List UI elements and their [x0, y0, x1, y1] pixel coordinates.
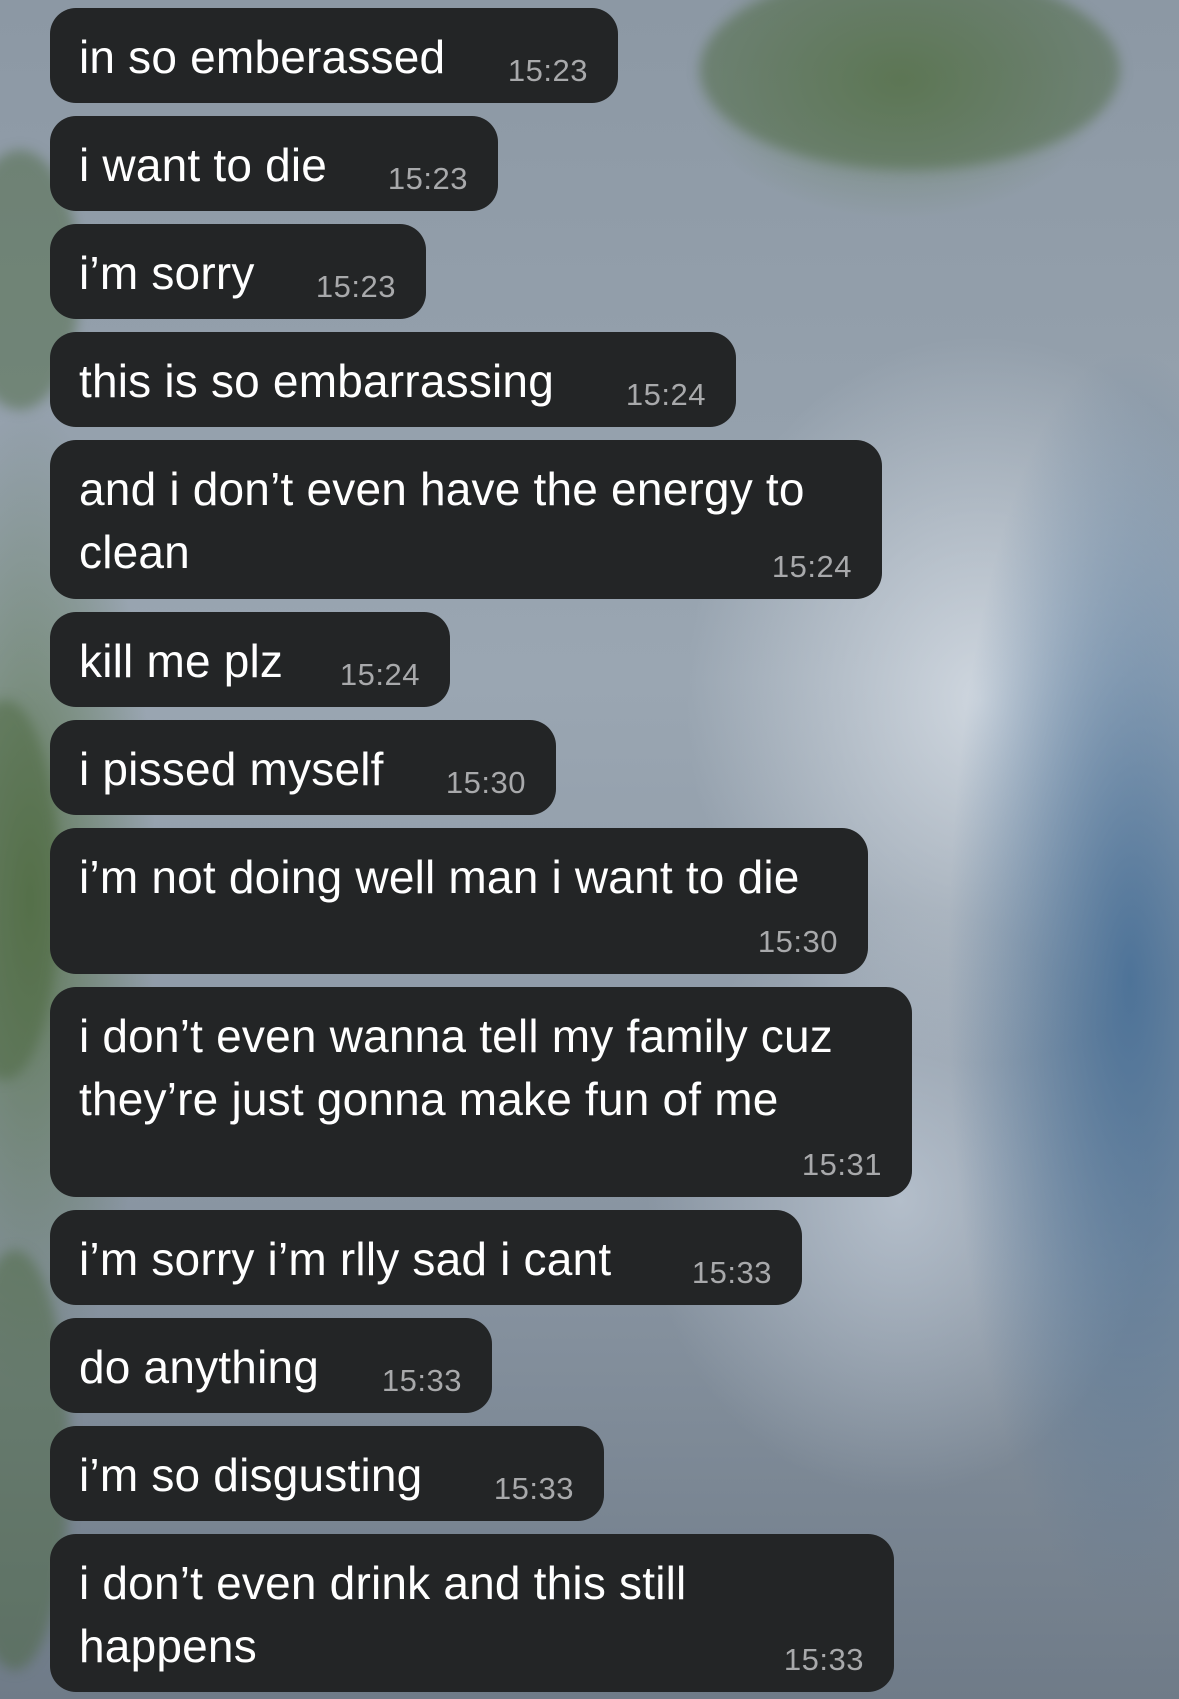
- message-line: i’m so disgusting: [79, 1449, 423, 1501]
- chat-message-list[interactable]: in so emberassed 15:23 i want to die 15:…: [0, 0, 1179, 1699]
- message-timestamp: 15:23: [387, 161, 468, 196]
- message-text: i want to die: [79, 134, 327, 197]
- message-timestamp: 15:30: [757, 924, 838, 959]
- message-text: i pissed myself: [79, 738, 384, 801]
- message-line: clean: [79, 526, 190, 578]
- message-text: this is so embarrassing: [79, 350, 554, 413]
- message-line: happens: [79, 1620, 257, 1672]
- message-text: kill me plz: [79, 630, 283, 693]
- message-bubble[interactable]: this is so embarrassing 15:24: [50, 332, 736, 427]
- message-timestamp: 15:24: [771, 549, 852, 584]
- message-bubble[interactable]: i don’t even drink and this still happen…: [50, 1534, 894, 1692]
- message-timestamp: 15:24: [625, 377, 706, 412]
- message-line: in so emberassed: [79, 31, 446, 83]
- message-text: i’m sorry i’m rlly sad i cant: [79, 1228, 611, 1291]
- message-line: they’re just gonna make fun of me: [79, 1073, 779, 1125]
- message-line: this is so embarrassing: [79, 355, 554, 407]
- message-text: and i don’t even have the energy to clea…: [79, 458, 805, 584]
- message-line: i pissed myself: [79, 743, 384, 795]
- message-bubble[interactable]: and i don’t even have the energy to clea…: [50, 440, 882, 599]
- message-timestamp: 15:33: [783, 1642, 864, 1677]
- message-bubble[interactable]: in so emberassed 15:23: [50, 8, 618, 103]
- message-bubble[interactable]: i want to die 15:23: [50, 116, 498, 211]
- message-text: i’m not doing well man i want to die: [79, 846, 800, 909]
- message-line: i want to die: [79, 139, 328, 191]
- message-line: kill me plz: [79, 635, 284, 687]
- message-line: i don’t even drink and this still: [79, 1557, 687, 1609]
- message-text: i don’t even drink and this still happen…: [79, 1552, 686, 1678]
- message-line: i’m not doing well man i want to die: [79, 851, 800, 903]
- message-bubble[interactable]: i’m sorry 15:23: [50, 224, 426, 319]
- message-timestamp: 15:33: [691, 1255, 772, 1290]
- message-text: do anything: [79, 1336, 319, 1399]
- message-bubble[interactable]: i’m so disgusting 15:33: [50, 1426, 604, 1521]
- message-timestamp: 15:23: [315, 269, 396, 304]
- message-bubble[interactable]: i’m sorry i’m rlly sad i cant 15:33: [50, 1210, 802, 1305]
- message-text: i’m so disgusting: [79, 1444, 422, 1507]
- message-line: i don’t even wanna tell my family cuz: [79, 1010, 833, 1062]
- message-text: in so emberassed: [79, 26, 445, 89]
- message-line: i’m sorry i’m rlly sad i cant: [79, 1233, 612, 1285]
- message-text: i don’t even wanna tell my family cuz th…: [79, 1005, 833, 1131]
- message-line: and i don’t even have the energy to: [79, 463, 805, 515]
- message-bubble[interactable]: do anything 15:33: [50, 1318, 492, 1413]
- message-timestamp: 15:30: [445, 765, 526, 800]
- message-bubble[interactable]: i don’t even wanna tell my family cuz th…: [50, 987, 912, 1197]
- message-bubble[interactable]: i’m not doing well man i want to die 15:…: [50, 828, 868, 974]
- message-line: i’m sorry: [79, 247, 255, 299]
- message-timestamp: 15:31: [801, 1147, 882, 1182]
- message-line: do anything: [79, 1341, 320, 1393]
- message-bubble[interactable]: i pissed myself 15:30: [50, 720, 556, 815]
- message-text: i’m sorry: [79, 242, 255, 305]
- message-bubble[interactable]: kill me plz 15:24: [50, 612, 450, 707]
- message-timestamp: 15:23: [507, 53, 588, 88]
- message-timestamp: 15:33: [493, 1471, 574, 1506]
- message-timestamp: 15:33: [381, 1363, 462, 1398]
- message-timestamp: 15:24: [339, 657, 420, 692]
